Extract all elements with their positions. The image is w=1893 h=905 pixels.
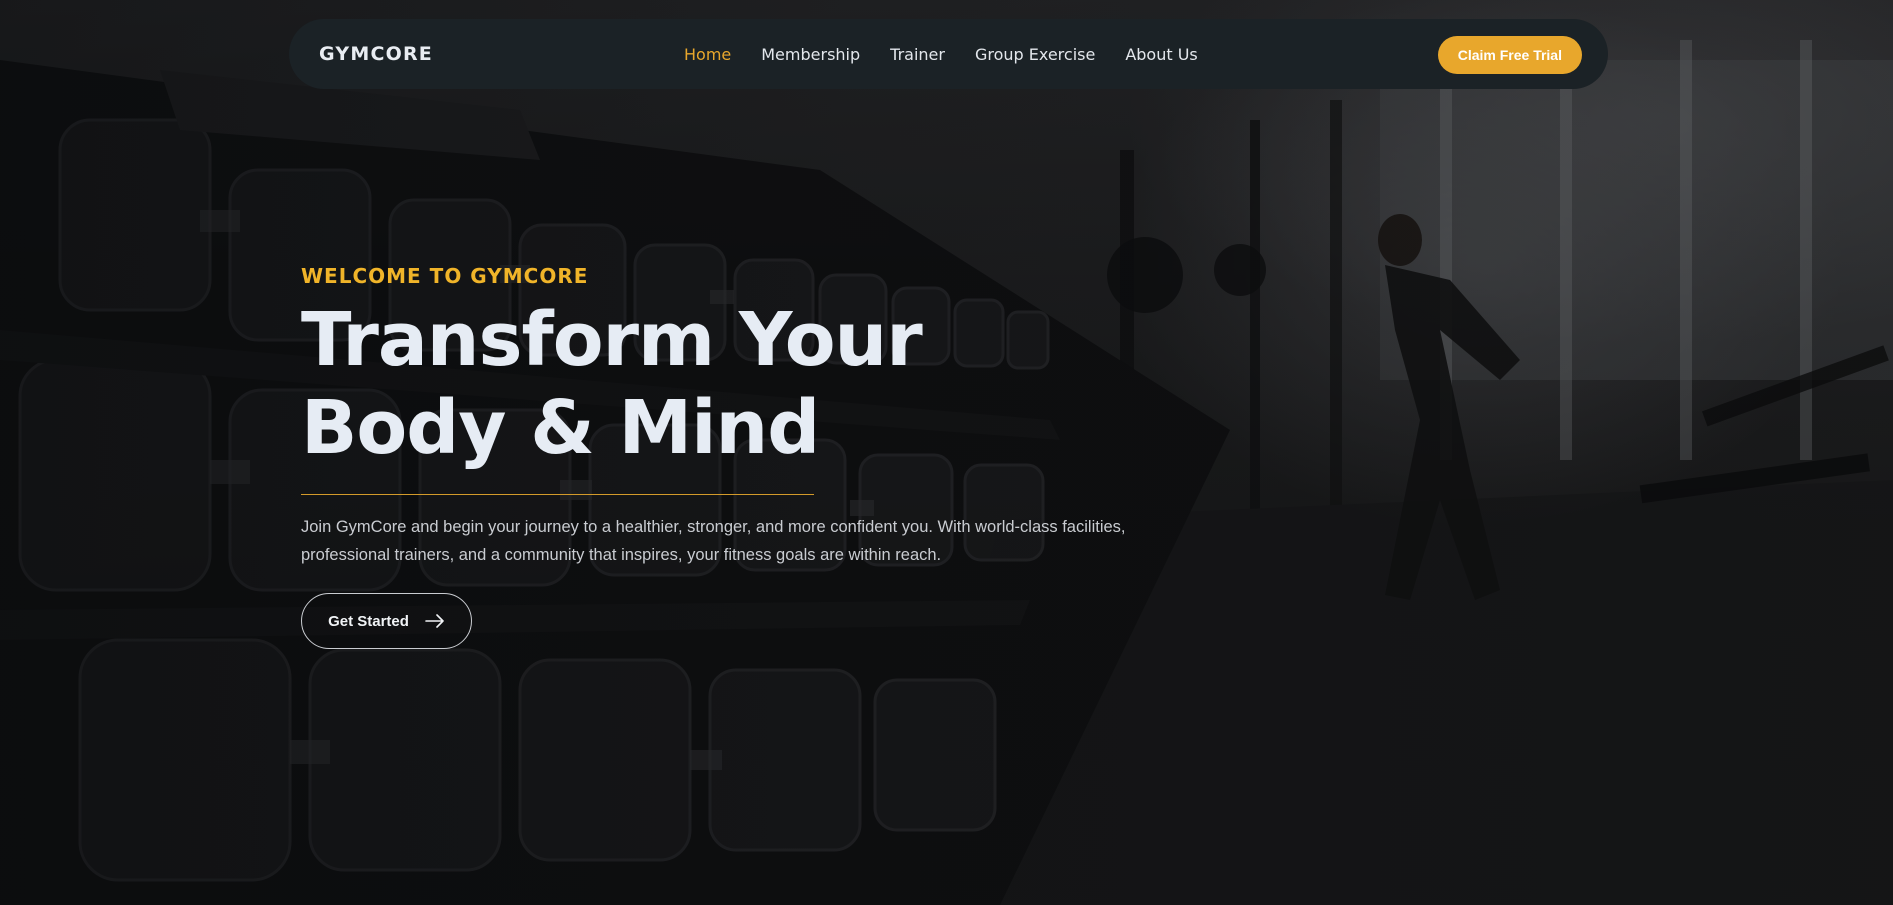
navbar: GYMCORE Home Membership Trainer Group Ex… bbox=[289, 19, 1608, 89]
get-started-button[interactable]: Get Started bbox=[301, 593, 472, 649]
get-started-label: Get Started bbox=[328, 612, 409, 630]
nav-link-home[interactable]: Home bbox=[684, 45, 731, 64]
hero-headline-line-1: Transform Your bbox=[301, 297, 923, 383]
nav-link-group-exercise[interactable]: Group Exercise bbox=[975, 45, 1095, 64]
nav-link-about-us[interactable]: About Us bbox=[1125, 45, 1197, 64]
hero-headline-line-2: Body & Mind bbox=[301, 385, 820, 471]
nav-link-trainer[interactable]: Trainer bbox=[890, 45, 945, 64]
hero-eyebrow: WELCOME TO GYMCORE bbox=[301, 264, 589, 288]
nav-links: Home Membership Trainer Group Exercise A… bbox=[684, 19, 1228, 89]
hero-divider bbox=[301, 494, 814, 495]
nav-link-membership[interactable]: Membership bbox=[761, 45, 860, 64]
hero-lead-text: Join GymCore and begin your journey to a… bbox=[301, 518, 1126, 564]
landing-page: GYMCORE Home Membership Trainer Group Ex… bbox=[0, 0, 1893, 905]
arrow-right-icon bbox=[425, 614, 445, 628]
claim-free-trial-button[interactable]: Claim Free Trial bbox=[1437, 36, 1582, 74]
hero-section: WELCOME TO GYMCORE Transform Your Body &… bbox=[301, 264, 1201, 649]
hero-headline: Transform Your Body & Mind bbox=[301, 296, 1201, 472]
brand-logo[interactable]: GYMCORE bbox=[319, 43, 433, 65]
